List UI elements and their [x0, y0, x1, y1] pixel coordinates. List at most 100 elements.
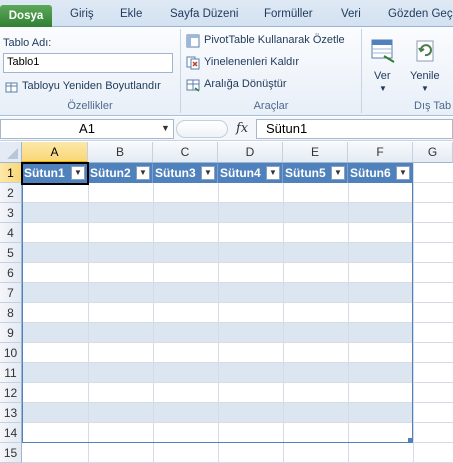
pivot-summary-label: PivotTable Kullanarak Özetle	[204, 34, 345, 46]
chevron-down-icon: ▼	[421, 84, 429, 93]
row-header[interactable]: 14	[0, 423, 22, 443]
tab-page-layout[interactable]: Sayfa Düzeni	[170, 8, 238, 20]
formula-input[interactable]: Sütun1	[256, 119, 453, 139]
formula-bar: A1 ▼ fx Sütun1	[0, 117, 453, 141]
tab-home[interactable]: Giriş	[70, 8, 94, 20]
row-header[interactable]: 9	[0, 323, 22, 343]
group-properties-label: Özellikler	[67, 100, 113, 112]
column-header[interactable]: G	[413, 142, 453, 163]
export-button[interactable]: Ver ▼	[364, 30, 402, 96]
active-cell[interactable]	[21, 162, 89, 185]
table-row[interactable]	[22, 303, 453, 323]
column-header[interactable]: B	[88, 142, 153, 163]
table-row[interactable]	[22, 283, 453, 303]
formula-bar-handle[interactable]	[176, 120, 228, 138]
chevron-down-icon: ▼	[379, 84, 387, 93]
row-header[interactable]: 10	[0, 343, 22, 363]
table-row[interactable]	[22, 403, 453, 423]
table-row[interactable]	[22, 183, 453, 203]
ribbon-tabs: Dosya Giriş Ekle Sayfa Düzeni Formüller …	[0, 0, 453, 28]
column-header[interactable]: E	[283, 142, 348, 163]
filter-dropdown-icon[interactable]: ▼	[136, 166, 150, 180]
table-header-label: Sütun6	[350, 166, 391, 180]
row-header[interactable]: 12	[0, 383, 22, 403]
row-header[interactable]: 15	[0, 443, 22, 463]
row-header[interactable]: 2	[0, 183, 22, 203]
column-header[interactable]: F	[348, 142, 413, 163]
remove-duplicates-button[interactable]: Yinelenenleri Kaldır	[184, 55, 314, 71]
grid-line	[283, 163, 284, 462]
pivot-table-icon	[186, 34, 200, 48]
column-header[interactable]: D	[218, 142, 283, 163]
refresh-label: Yenile	[410, 70, 440, 82]
export-table-icon	[371, 39, 395, 63]
table-header-cell[interactable]: Sütun4 ▼	[218, 163, 283, 183]
table-row[interactable]	[22, 343, 453, 363]
row-header[interactable]: 3	[0, 203, 22, 223]
table-header-cell[interactable]: Sütun2 ▼	[88, 163, 153, 183]
table-row[interactable]	[22, 323, 453, 343]
table-row[interactable]	[22, 263, 453, 283]
table-header-cell[interactable]: Sütun3 ▼	[153, 163, 218, 183]
row-header[interactable]: 6	[0, 263, 22, 283]
table-row[interactable]	[22, 203, 453, 223]
remove-duplicates-icon	[186, 56, 200, 70]
insert-function-icon[interactable]: fx	[236, 121, 248, 136]
name-box[interactable]: A1	[0, 119, 174, 139]
filter-dropdown-icon[interactable]: ▼	[331, 166, 345, 180]
grid-line	[88, 163, 89, 462]
name-box-value: A1	[79, 121, 95, 136]
table-row[interactable]	[22, 243, 453, 263]
table-header-label: Sütun3	[155, 166, 196, 180]
tab-file[interactable]: Dosya	[0, 5, 52, 28]
grid-line	[348, 163, 349, 462]
column-header[interactable]: A	[22, 142, 88, 163]
tab-review[interactable]: Gözden Geçi	[388, 8, 453, 20]
spreadsheet-grid: ABCDEFG 1 2 3 4 5 6 7 8 9 10 11 12 13 14 15 Sütun1 ▼ Süt…	[0, 142, 453, 463]
row-header[interactable]: 5	[0, 243, 22, 263]
chevron-down-icon[interactable]: ▼	[161, 123, 170, 133]
table-header-cell[interactable]: Sütun5 ▼	[283, 163, 348, 183]
convert-to-range-label: Aralığa Dönüştür	[204, 78, 287, 90]
row-header[interactable]: 7	[0, 283, 22, 303]
grid-line	[413, 163, 414, 462]
table-header-label: Sütun2	[90, 166, 131, 180]
tab-insert[interactable]: Ekle	[120, 8, 142, 20]
group-external-label: Dış Tab	[414, 100, 452, 112]
row-header[interactable]: 13	[0, 403, 22, 423]
grid-line	[153, 163, 154, 462]
resize-table-icon	[5, 82, 18, 93]
table-header-label: Sütun4	[220, 166, 261, 180]
table-resize-handle[interactable]	[408, 438, 413, 443]
select-all-icon	[7, 148, 18, 159]
filter-dropdown-icon[interactable]: ▼	[266, 166, 280, 180]
table-name-input[interactable]: Tablo1	[3, 53, 173, 73]
table-row[interactable]	[22, 423, 453, 443]
table-header-cell[interactable]: Sütun6 ▼	[348, 163, 413, 183]
table-name-label: Tablo Adı:	[3, 37, 52, 49]
refresh-icon	[416, 40, 434, 62]
filter-dropdown-icon[interactable]: ▼	[396, 166, 410, 180]
group-tools-label: Araçlar	[253, 100, 289, 112]
row-header[interactable]: 4	[0, 223, 22, 243]
row-header[interactable]: 8	[0, 303, 22, 323]
column-header[interactable]: C	[153, 142, 218, 163]
tab-formulas[interactable]: Formüller	[264, 8, 313, 20]
row-header[interactable]: 1	[0, 163, 22, 183]
filter-dropdown-icon[interactable]: ▼	[201, 166, 215, 180]
refresh-button[interactable]: Yenile ▼	[406, 30, 446, 96]
remove-duplicates-label: Yinelenenleri Kaldır	[204, 56, 299, 68]
row-header[interactable]: 11	[0, 363, 22, 383]
pivot-summary-button[interactable]: PivotTable Kullanarak Özetle	[184, 33, 354, 49]
table-row[interactable]	[22, 443, 453, 463]
convert-to-range-icon	[186, 79, 200, 92]
table-row[interactable]	[22, 363, 453, 383]
resize-table-button[interactable]: Tabloyu Yeniden Boyutlandır	[3, 79, 175, 95]
tab-data[interactable]: Veri	[341, 8, 361, 20]
export-label: Ver	[374, 70, 391, 82]
resize-table-label: Tabloyu Yeniden Boyutlandır	[22, 80, 161, 92]
table-row[interactable]	[22, 383, 453, 403]
select-all-corner[interactable]	[0, 142, 22, 163]
convert-to-range-button[interactable]: Aralığa Dönüştür	[184, 77, 304, 93]
table-row[interactable]	[22, 223, 453, 243]
